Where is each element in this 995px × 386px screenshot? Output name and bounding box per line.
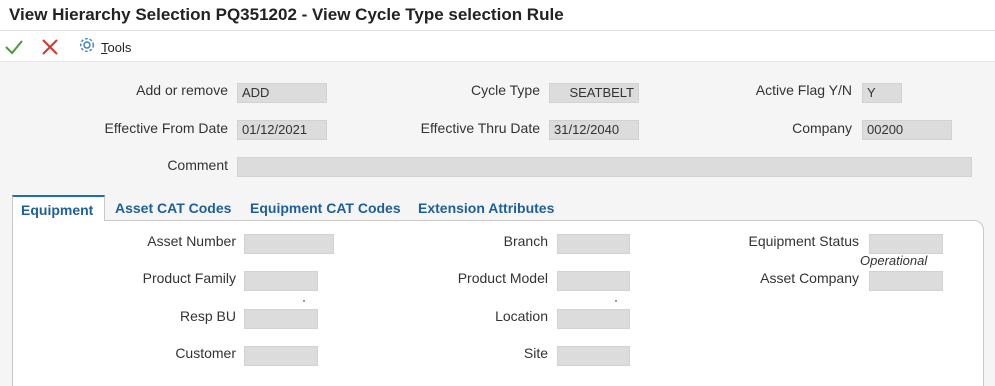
product-model-field[interactable] [557,271,630,291]
site-field[interactable] [557,346,630,366]
tab-equipment[interactable]: Equipment [12,195,105,221]
resp-bu-label: Resp BU [179,308,236,324]
page-title: View Hierarchy Selection PQ351202 - View… [9,5,564,24]
resp-bu-field[interactable] [244,309,318,329]
branch-field[interactable] [557,234,630,254]
effective-from-field[interactable]: 01/12/2021 [237,120,327,140]
location-label: Location [495,308,548,324]
separator-dot [303,300,305,302]
effective-from-label: Effective From Date [104,120,228,136]
site-label: Site [523,345,548,361]
active-flag-label: Active Flag Y/N [755,82,852,98]
cycle-type-label: Cycle Type [471,82,540,98]
equipment-status-description: Operational [860,253,928,268]
tab-asset-cat-codes[interactable]: Asset CAT Codes [107,195,239,221]
product-model-label: Product Model [457,270,548,286]
gear-icon [78,36,96,59]
comment-label: Comment [167,157,228,173]
title-bar: View Hierarchy Selection PQ351202 - View… [0,0,995,31]
branch-label: Branch [503,233,548,249]
effective-thru-label: Effective Thru Date [420,120,540,136]
product-family-field[interactable] [244,271,318,291]
asset-number-field[interactable] [244,234,334,254]
location-field[interactable] [557,309,630,329]
tab-equipment-cat-codes[interactable]: Equipment CAT Codes [242,195,409,221]
cycle-type-field[interactable]: SEATBELT [549,83,639,103]
checkmark-icon[interactable] [4,37,24,57]
separator-dot [615,300,617,302]
company-field[interactable]: 00200 [862,120,952,140]
tools-label: Tools [101,39,132,55]
customer-field[interactable] [244,346,318,366]
add-or-remove-label: Add or remove [136,82,228,98]
product-family-label: Product Family [142,270,236,286]
add-or-remove-field[interactable]: ADD [237,83,327,103]
tools-button[interactable]: Tools [78,37,131,57]
company-label: Company [792,120,852,136]
asset-company-label: Asset Company [760,270,859,286]
asset-number-label: Asset Number [147,233,236,249]
effective-thru-field[interactable]: 31/12/2040 [549,120,639,140]
asset-company-field[interactable] [869,271,943,291]
customer-label: Customer [175,345,236,361]
active-flag-field[interactable]: Y [862,83,902,103]
toolbar: Tools [0,31,995,62]
equipment-status-label: Equipment Status [748,233,859,249]
comment-field[interactable] [237,157,972,177]
tab-extension-attributes[interactable]: Extension Attributes [410,195,562,221]
equipment-status-field[interactable] [869,234,943,254]
close-icon[interactable] [40,37,60,57]
